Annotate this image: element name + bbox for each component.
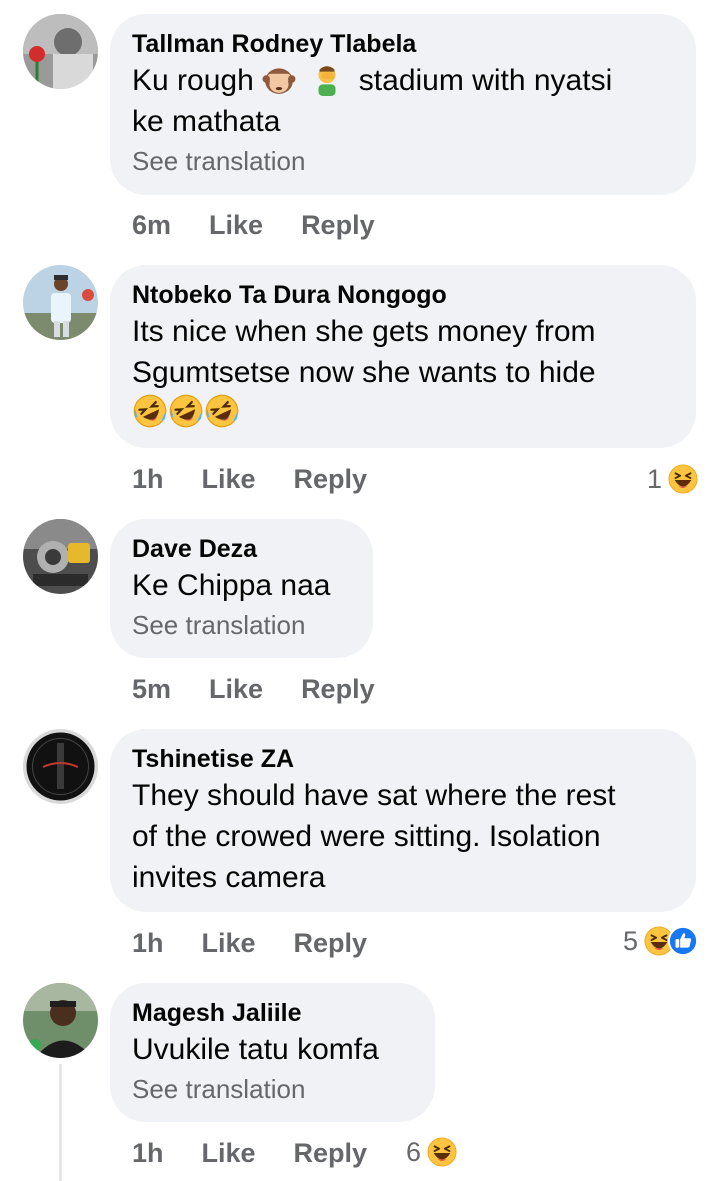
haha-reaction-icon <box>427 1137 457 1167</box>
comment-bubble: Tallman Rodney Tlabela Ku rough stadium … <box>110 14 696 195</box>
timestamp[interactable]: 6m <box>132 210 171 241</box>
comment-author[interactable]: Tshinetise ZA <box>132 743 674 775</box>
like-button[interactable]: Like <box>209 210 263 241</box>
comment-bubble: Dave Deza Ke Chippa naa See translation <box>110 519 373 658</box>
comment-text-line: Sgumtsetse now she wants to hide <box>132 356 596 389</box>
comment-author[interactable]: Dave Deza <box>132 533 351 565</box>
avatar[interactable] <box>23 729 98 804</box>
comment-text-line: of the crowed were sitting. Isolation <box>132 820 601 853</box>
comment-author[interactable]: Ntobeko Ta Dura Nongogo <box>132 279 674 311</box>
comment-author[interactable]: Tallman Rodney Tlabela <box>132 28 674 60</box>
timestamp[interactable]: 1h <box>132 1138 164 1169</box>
see-translation-link[interactable]: See translation <box>132 1071 413 1107</box>
timestamp[interactable]: 1h <box>132 464 164 495</box>
comment-author[interactable]: Magesh Jaliile <box>132 997 413 1029</box>
comment-bubble: Magesh Jaliile Uvukile tatu komfa See tr… <box>110 983 435 1122</box>
reaction-summary[interactable]: 6 <box>406 1134 457 1170</box>
avatar[interactable] <box>23 983 98 1058</box>
reply-button[interactable]: Reply <box>294 464 368 495</box>
see-translation-link[interactable]: See translation <box>132 607 351 643</box>
comment-actions: 1h Like Reply <box>132 461 367 497</box>
thread-line <box>59 1064 62 1181</box>
comment-bubble: Tshinetise ZA They should have sat where… <box>110 729 696 912</box>
like-button[interactable]: Like <box>202 464 256 495</box>
avatar[interactable] <box>23 14 98 89</box>
comment-text-line: invites camera <box>132 861 326 894</box>
reply-button[interactable]: Reply <box>301 674 375 705</box>
like-button[interactable]: Like <box>209 674 263 705</box>
like-button[interactable]: Like <box>202 928 256 959</box>
reaction-summary[interactable]: 1 <box>647 461 698 497</box>
see-no-evil-monkey-icon <box>262 68 296 94</box>
comment-actions: 5m Like Reply <box>132 671 375 707</box>
comment-actions: 1h Like Reply <box>132 925 367 961</box>
reaction-count: 1 <box>646 463 662 494</box>
comment-text-line: Uvukile tatu komfa <box>132 1033 379 1066</box>
reply-button[interactable]: Reply <box>294 1138 368 1169</box>
comment-text: Ku rough stadium with nyatsi <box>132 64 613 97</box>
comment-text-line: Its nice when she gets money from <box>132 315 596 348</box>
reaction-summary[interactable]: 5 <box>623 923 698 959</box>
reply-button[interactable]: Reply <box>301 210 375 241</box>
avatar[interactable] <box>23 519 98 594</box>
timestamp[interactable]: 1h <box>132 928 164 959</box>
rolling-on-floor-laughing-icon <box>168 393 204 429</box>
rolling-on-floor-laughing-icon <box>132 393 168 429</box>
comment-emojis <box>132 393 674 429</box>
rolling-on-floor-laughing-icon <box>204 393 240 429</box>
reaction-count: 6 <box>406 1136 422 1167</box>
haha-reaction-icon <box>668 464 698 494</box>
like-button[interactable]: Like <box>202 1138 256 1169</box>
comment-bubble: Ntobeko Ta Dura Nongogo Its nice when sh… <box>110 265 696 448</box>
timestamp[interactable]: 5m <box>132 674 171 705</box>
comment-text-line: Ke Chippa naa <box>132 569 331 602</box>
see-translation-link[interactable]: See translation <box>132 143 674 179</box>
comment-actions: 6m Like Reply <box>132 207 375 243</box>
comment-actions: 1h Like Reply <box>132 1135 367 1171</box>
man-facepalming-icon <box>318 66 336 96</box>
reaction-count: 5 <box>622 925 638 956</box>
comment-text-line: ke mathata <box>132 105 281 138</box>
comment-text-line: They should have sat where the rest <box>132 779 616 812</box>
reply-button[interactable]: Reply <box>294 928 368 959</box>
like-reaction-icon <box>668 926 698 956</box>
avatar[interactable] <box>23 265 98 340</box>
